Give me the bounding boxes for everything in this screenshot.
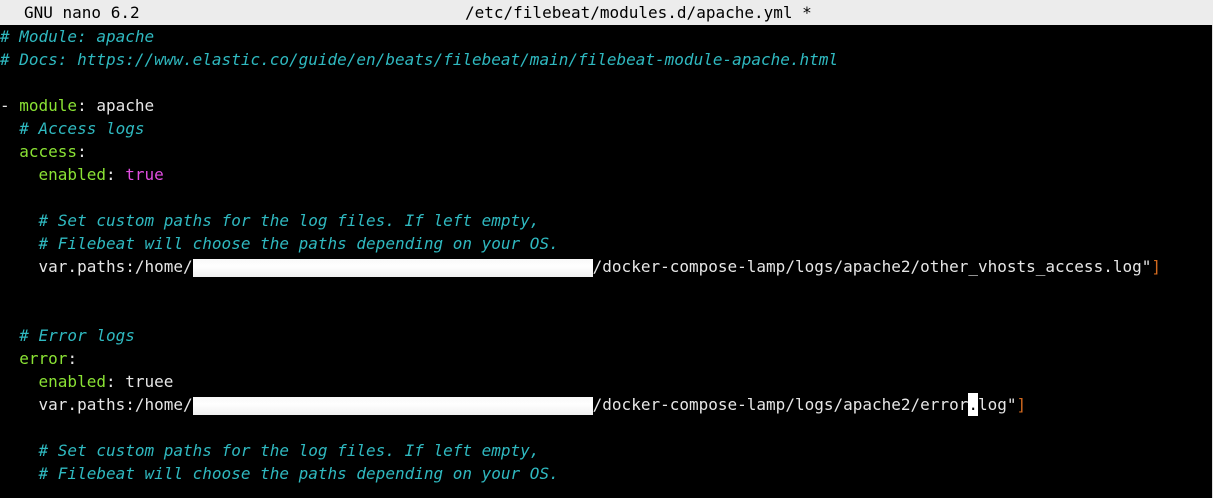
comment-text: # Set custom paths for the log files. If… bbox=[38, 441, 540, 460]
comment-text: # Filebeat will choose the paths dependi… bbox=[38, 464, 559, 483]
comment-text: # Filebeat will choose the paths dependi… bbox=[38, 234, 559, 253]
colon: : bbox=[67, 349, 78, 368]
var-paths-prefix: var.paths:/home/ bbox=[38, 257, 193, 276]
comment-text: # Set custom paths for the log files. If… bbox=[38, 211, 540, 230]
yaml-key: error bbox=[19, 349, 68, 368]
comment-text: # Error logs bbox=[19, 326, 135, 345]
editor-line[interactable]: # Set custom paths for the log files. If… bbox=[0, 209, 1213, 232]
editor-line[interactable] bbox=[0, 71, 1213, 94]
editor-line[interactable] bbox=[0, 186, 1213, 209]
closing-bracket: ] bbox=[1151, 257, 1161, 276]
yaml-value: apache bbox=[96, 96, 155, 115]
var-paths-suffix: /docker-compose-lamp/logs/apache2/other_… bbox=[592, 257, 1152, 276]
yaml-key: module bbox=[19, 96, 78, 115]
closing-bracket: ] bbox=[1016, 395, 1027, 414]
comment-text: # Access logs bbox=[19, 119, 145, 138]
colon: : bbox=[77, 96, 97, 115]
editor-line[interactable]: enabled: true bbox=[0, 163, 1213, 186]
colon: : bbox=[77, 142, 87, 161]
editor-line[interactable] bbox=[0, 278, 1213, 301]
colon: : bbox=[105, 165, 126, 184]
colon: : bbox=[105, 372, 126, 391]
editor-line[interactable]: access: bbox=[0, 140, 1213, 163]
yaml-key: access bbox=[19, 142, 78, 161]
app-name: GNU nano 6.2 bbox=[24, 3, 140, 22]
nano-title-bar: GNU nano 6.2 /etc/filebeat/modules.d/apa… bbox=[0, 0, 1213, 25]
editor-line[interactable]: # Filebeat will choose the paths dependi… bbox=[0, 462, 1213, 485]
yaml-key: enabled bbox=[38, 165, 106, 184]
var-paths-suffix: log" bbox=[977, 395, 1017, 414]
editor-line[interactable] bbox=[0, 301, 1213, 324]
redacted-region bbox=[192, 396, 593, 415]
editor-line[interactable]: var.paths:/home/ /docker-compose-lamp/log… bbox=[0, 255, 1213, 278]
file-path: /etc/filebeat/modules.d/apache.yml * bbox=[465, 3, 812, 22]
text-cursor: . bbox=[968, 393, 978, 416]
var-paths-suffix: /docker-compose-lamp/logs/apache2/error bbox=[592, 395, 969, 414]
editor-line[interactable]: enabled: truee bbox=[0, 370, 1213, 393]
editor-line[interactable]: # Docs: https://www.elastic.co/guide/en/… bbox=[0, 48, 1213, 71]
yaml-value: truee bbox=[125, 372, 174, 391]
editor-line[interactable]: # Error logs bbox=[0, 324, 1213, 347]
editor-line[interactable]: var.paths:/home/ /docker-compose-lamp/log… bbox=[0, 393, 1213, 416]
comment-text: # Module: apache bbox=[0, 27, 155, 46]
editor-line[interactable]: # Access logs bbox=[0, 117, 1213, 140]
redacted-region bbox=[192, 258, 593, 277]
editor-line[interactable]: # Module: apache bbox=[0, 25, 1213, 48]
text-editor-area[interactable]: # Module: apache # Docs: https://www.ela… bbox=[0, 25, 1213, 485]
yaml-key: enabled bbox=[38, 372, 106, 391]
editor-line[interactable]: # Filebeat will choose the paths dependi… bbox=[0, 232, 1213, 255]
editor-line[interactable]: error: bbox=[0, 347, 1213, 370]
editor-line[interactable] bbox=[0, 416, 1213, 439]
editor-line[interactable]: # Set custom paths for the log files. If… bbox=[0, 439, 1213, 462]
boolean-value: true bbox=[125, 165, 164, 184]
var-paths-prefix: var.paths:/home/ bbox=[38, 395, 193, 414]
editor-line[interactable]: - module: apache bbox=[0, 94, 1213, 117]
comment-text: # Docs: https://www.elastic.co/guide/en/… bbox=[0, 50, 839, 69]
list-dash: - bbox=[0, 96, 20, 115]
